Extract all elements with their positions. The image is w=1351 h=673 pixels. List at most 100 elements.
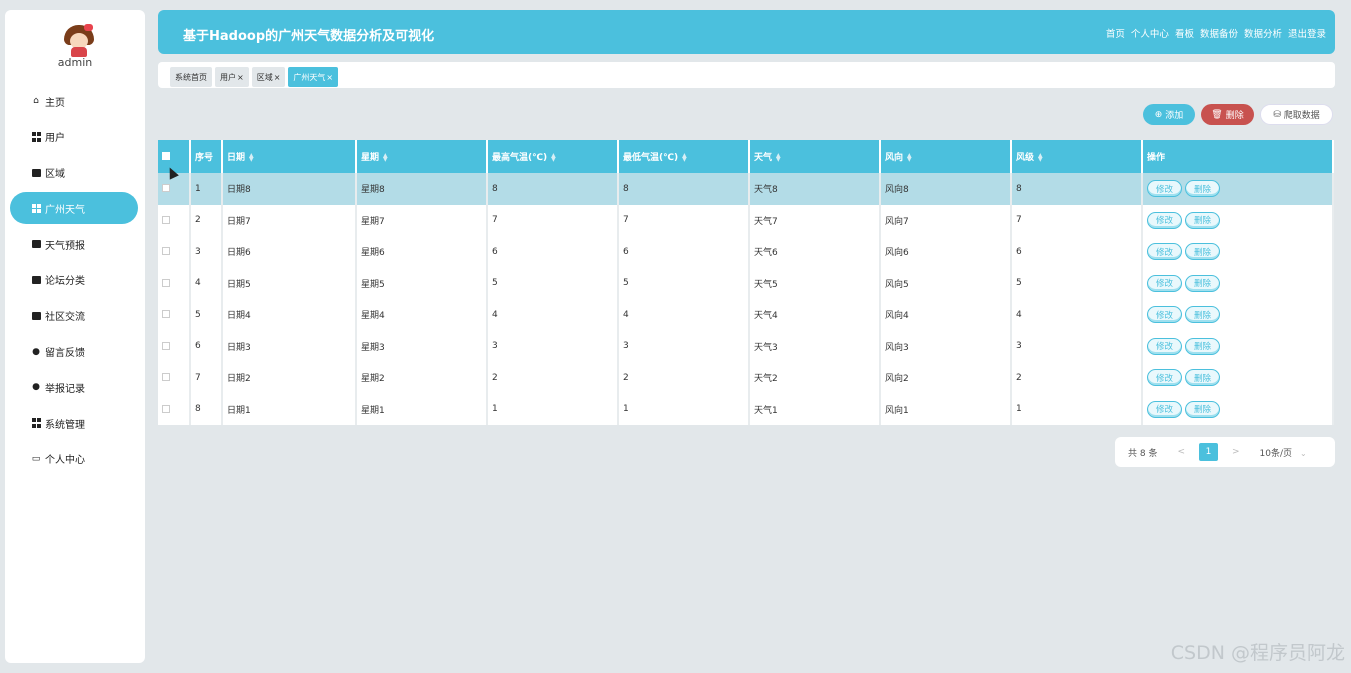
sidebar-item-feedback[interactable]: ● 留言反馈 <box>5 336 145 368</box>
sidebar-item-guangzhou-weather[interactable]: 广州天气 <box>10 192 138 225</box>
clipboard-icon <box>31 168 41 178</box>
delete-button[interactable]: 删除 <box>1185 337 1220 355</box>
close-icon[interactable]: × <box>326 73 333 82</box>
table-row[interactable]: 8 日期1 星期1 1 1 天气1 风向1 1 修改 删除 <box>158 393 1334 425</box>
row-checkbox[interactable] <box>162 373 170 382</box>
sort-icon[interactable]: ▲ ▼ <box>249 152 254 162</box>
edit-button[interactable]: 修改 <box>1147 243 1182 261</box>
close-icon[interactable]: × <box>237 73 244 82</box>
row-checkbox[interactable] <box>162 310 170 319</box>
tab-guangzhou-weather[interactable]: 广州天气 × <box>288 67 339 87</box>
sidebar-item-label: 个人中心 <box>45 455 85 467</box>
table-cell: 天气5 <box>749 267 881 299</box>
sort-icon[interactable]: ▲ ▼ <box>776 152 781 162</box>
tab-region[interactable]: 区域 × <box>251 67 286 87</box>
column-header[interactable]: 天气 ▲ ▼ <box>749 140 881 173</box>
next-page-button[interactable]: > <box>1232 447 1240 457</box>
sidebar-item-label: 系统管理 <box>45 419 85 431</box>
sort-icon[interactable]: ▲ ▼ <box>907 152 912 162</box>
tab-users[interactable]: 用户 × <box>215 67 249 87</box>
calendar-icon: ▭ <box>31 453 41 464</box>
edit-button[interactable]: 修改 <box>1147 337 1182 355</box>
sidebar-item-forecast[interactable]: 天气预报 <box>5 228 145 260</box>
delete-button[interactable]: 删除 <box>1185 400 1220 418</box>
page-1-button[interactable]: 1 <box>1199 443 1218 461</box>
nav-dashboard[interactable]: 看板 <box>1175 26 1194 40</box>
trash-icon: 🗑 <box>1211 109 1223 120</box>
table-row[interactable]: 6 日期3 星期3 3 3 天气3 风向3 3 修改 删除 <box>158 330 1334 362</box>
sidebar-item-users[interactable]: 用户 <box>5 121 145 153</box>
delete-button[interactable]: 删除 <box>1185 369 1220 387</box>
table-row[interactable]: 3 日期6 星期6 6 6 天气6 风向6 6 修改 删除 <box>158 236 1334 268</box>
table-row[interactable]: 7 日期2 星期2 2 2 天气2 风向2 2 修改 删除 <box>158 362 1334 394</box>
sort-icon[interactable]: ▲ ▼ <box>383 152 388 162</box>
sidebar-item-forum-category[interactable]: 论坛分类 <box>5 264 145 296</box>
sort-icon[interactable]: ▲ ▼ <box>1038 152 1043 162</box>
column-header[interactable]: 风级 ▲ ▼ <box>1011 140 1143 173</box>
nav-home[interactable]: 首页 <box>1106 26 1125 40</box>
row-checkbox[interactable] <box>162 215 170 224</box>
column-header[interactable]: 日期 ▲ ▼ <box>222 140 357 173</box>
column-header[interactable]: 最高气温(℃) ▲ ▼ <box>487 140 619 173</box>
avatar[interactable] <box>62 23 96 57</box>
sidebar-item-home[interactable]: ⌂ 主页 <box>5 85 145 117</box>
sidebar-item-profile[interactable]: ▭ 个人中心 <box>5 443 145 475</box>
table-row[interactable]: 4 日期5 星期5 5 5 天气5 风向5 5 修改 删除 <box>158 267 1334 299</box>
delete-button[interactable]: 删除 <box>1185 274 1220 292</box>
nav-backup[interactable]: 数据备份 <box>1200 26 1238 40</box>
sidebar-item-region[interactable]: 区域 <box>5 157 145 189</box>
row-checkbox[interactable] <box>162 184 170 193</box>
tab-label: 广州天气 <box>293 72 326 82</box>
header-nav: 首页 个人中心 看板 数据备份 数据分析 退出登录 <box>1106 26 1326 40</box>
row-checkbox[interactable] <box>162 247 170 256</box>
sidebar-item-label: 区域 <box>45 169 65 181</box>
column-label: 风级 <box>1016 153 1035 163</box>
select-all-checkbox[interactable] <box>162 152 170 160</box>
page-size-select[interactable]: 10条/页 ⌄ <box>1260 446 1307 459</box>
nav-logout[interactable]: 退出登录 <box>1288 26 1326 40</box>
row-checkbox[interactable] <box>162 341 170 350</box>
table-cell: 2 <box>190 204 223 236</box>
tab-system-home[interactable]: 系统首页 <box>170 67 212 87</box>
sort-icon[interactable]: ▲ ▼ <box>551 152 556 162</box>
delete-button[interactable]: 删除 <box>1185 306 1220 324</box>
row-select-cell <box>158 204 191 236</box>
table-cell: 风向5 <box>880 267 1012 299</box>
table-row[interactable]: 2 日期7 星期7 7 7 天气7 风向7 7 修改 删除 <box>158 204 1334 236</box>
edit-button[interactable]: 修改 <box>1147 369 1182 387</box>
table-cell: 5 <box>487 267 619 299</box>
close-icon[interactable]: × <box>274 73 281 82</box>
chevron-down-icon: ⌄ <box>1300 448 1307 458</box>
edit-button[interactable]: 修改 <box>1147 211 1182 229</box>
table-cell: 日期6 <box>222 236 357 268</box>
nav-analysis[interactable]: 数据分析 <box>1244 26 1282 40</box>
crawl-data-button[interactable]: ⛁ 爬取数据 <box>1260 104 1333 125</box>
edit-button[interactable]: 修改 <box>1147 400 1182 418</box>
edit-button[interactable]: 修改 <box>1147 180 1182 198</box>
sidebar-item-reports[interactable]: ● 举报记录 <box>5 371 145 403</box>
prev-page-button[interactable]: < <box>1177 447 1185 457</box>
row-actions: 修改 删除 <box>1142 330 1334 362</box>
sidebar-item-system[interactable]: 系统管理 <box>5 407 145 439</box>
column-header[interactable]: 星期 ▲ ▼ <box>356 140 488 173</box>
delete-button[interactable]: 删除 <box>1185 211 1220 229</box>
column-header[interactable]: 最低气温(℃) ▲ ▼ <box>618 140 750 173</box>
edit-button[interactable]: 修改 <box>1147 274 1182 292</box>
delete-button[interactable]: 删除 <box>1185 180 1220 198</box>
row-checkbox[interactable] <box>162 278 170 287</box>
row-select-cell <box>158 267 191 299</box>
sidebar-item-label: 广州天气 <box>45 204 85 216</box>
delete-button[interactable]: 删除 <box>1185 243 1220 261</box>
tab-bar: 系统首页 用户 × 区域 × 广州天气 × <box>158 62 1335 88</box>
nav-profile[interactable]: 个人中心 <box>1131 26 1169 40</box>
sidebar-item-community[interactable]: 社区交流 <box>5 300 145 332</box>
sort-icon[interactable]: ▲ ▼ <box>682 152 687 162</box>
table-row[interactable]: 1 日期8 星期8 8 8 天气8 风向8 8 修改 删除 <box>158 173 1334 205</box>
batch-delete-button[interactable]: 🗑 删除 <box>1201 104 1254 125</box>
row-checkbox[interactable] <box>162 404 170 413</box>
table-row[interactable]: 5 日期4 星期4 4 4 天气4 风向4 4 修改 删除 <box>158 299 1334 331</box>
column-header[interactable]: 风向 ▲ ▼ <box>880 140 1012 173</box>
add-button[interactable]: ⊕ 添加 <box>1143 104 1195 125</box>
edit-button[interactable]: 修改 <box>1147 306 1182 324</box>
column-label: 风向 <box>885 153 904 163</box>
